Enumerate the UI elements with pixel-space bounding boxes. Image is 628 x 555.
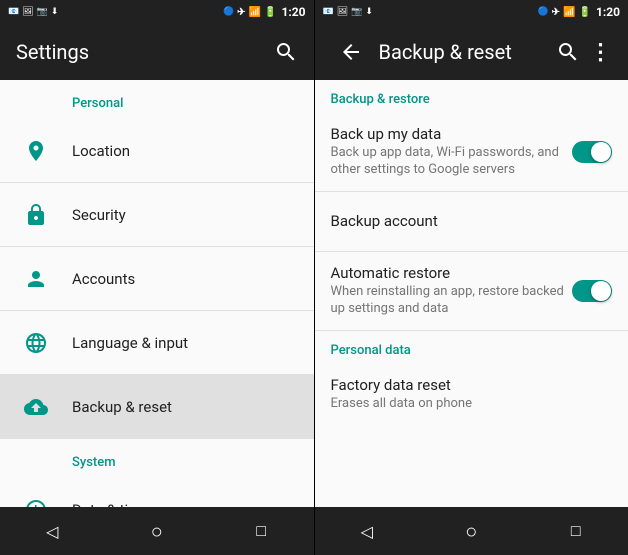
sidebar-item-language[interactable]: Language & input [0,311,314,375]
language-icon [16,323,56,363]
sidebar-item-location[interactable]: Location [0,119,314,183]
sidebar-item-datetime[interactable]: Date & time [0,478,314,507]
right-content: Backup & restore Back up my data Back up… [315,80,628,507]
left-back-button[interactable]: ◁ [28,507,76,555]
backup-text: Backup & reset [72,398,298,416]
right-back-button[interactable] [339,40,363,64]
right-more-icon[interactable]: ⋮ [588,40,612,64]
right-back-nav-button[interactable]: ◁ [343,507,391,555]
left-toolbar-title: Settings [16,40,266,64]
backup-data-item[interactable]: Back up my data Back up app data, Wi-Fi … [315,113,628,192]
backup-data-toggle[interactable] [572,141,612,163]
accounts-icon [16,259,56,299]
backup-account-text: Backup account [331,212,613,230]
auto-restore-text: Automatic restore When reinstalling an a… [331,264,573,318]
backup-data-toggle-knob [591,142,611,162]
left-panel: 📧 🖼 📷 ⬇ 🔵 ✈ 📶 🔋 1:20 Settings Personal [0,0,314,555]
security-icon [16,195,56,235]
backup-icon [16,387,56,427]
datetime-title: Date & time [72,501,298,507]
right-recents-button[interactable]: □ [552,507,600,555]
left-status-icons: 📧 🖼 📷 ⬇ [8,7,58,17]
sidebar-item-security[interactable]: Security [0,183,314,247]
security-title: Security [72,206,298,224]
backup-account-item[interactable]: Backup account [315,192,628,252]
backup-account-title: Backup account [331,212,613,230]
auto-restore-toggle[interactable] [572,280,612,302]
right-panel: 📧 🖼 📷 ⬇ 🔵 ✈ 📶 🔋 1:20 Backup & reset ⋮ Ba… [315,0,628,555]
right-home-icon: ○ [465,519,477,544]
left-recents-icon: □ [256,521,266,541]
factory-reset-item[interactable]: Factory data reset Erases all data on ph… [315,364,628,425]
right-status-icons: 📧 🖼 📷 ⬇ [323,7,373,17]
section-personal: Personal [0,80,314,119]
left-clock: 1:20 [281,5,305,19]
language-title: Language & input [72,334,298,352]
right-toolbar-title: Backup & reset [379,40,549,64]
right-search-icon[interactable] [556,40,580,64]
right-back-nav-icon: ◁ [361,522,373,541]
location-icon [16,131,56,171]
left-status-right: 🔵 ✈ 📶 🔋 1:20 [223,5,306,19]
right-status-right: 🔵 ✈ 📶 🔋 1:20 [537,5,620,19]
backup-data-subtitle: Back up app data, Wi-Fi passwords, and o… [331,145,573,179]
right-clock: 1:20 [596,5,620,19]
right-status-bar: 📧 🖼 📷 ⬇ 🔵 ✈ 📶 🔋 1:20 [315,0,628,24]
left-settings-list: Personal Location Security Ac [0,80,314,507]
auto-restore-subtitle: When reinstalling an app, restore backed… [331,284,573,318]
right-home-button[interactable]: ○ [447,507,495,555]
left-home-icon: ○ [151,519,163,544]
security-text: Security [72,206,298,224]
left-toolbar: Settings [0,24,314,80]
factory-reset-subtitle: Erases all data on phone [331,396,613,413]
auto-restore-item[interactable]: Automatic restore When reinstalling an a… [315,252,628,331]
left-nav-bar: ◁ ○ □ [0,507,314,555]
auto-restore-toggle-knob [591,281,611,301]
sidebar-item-accounts[interactable]: Accounts [0,247,314,311]
right-toolbar: Backup & reset ⋮ [315,24,628,80]
datetime-text: Date & time [72,501,298,507]
accounts-title: Accounts [72,270,298,288]
backup-title: Backup & reset [72,398,298,416]
right-nav-bar: ◁ ○ □ [315,507,628,555]
location-title: Location [72,142,298,160]
left-recents-button[interactable]: □ [237,507,285,555]
section-system: System [0,439,314,478]
backup-data-title: Back up my data [331,125,573,143]
location-text: Location [72,142,298,160]
language-text: Language & input [72,334,298,352]
factory-reset-text: Factory data reset Erases all data on ph… [331,376,613,413]
section-personal-data: Personal data [315,331,628,364]
auto-restore-title: Automatic restore [331,264,573,282]
section-backup-restore: Backup & restore [315,80,628,113]
left-status-bar: 📧 🖼 📷 ⬇ 🔵 ✈ 📶 🔋 1:20 [0,0,314,24]
factory-reset-title: Factory data reset [331,376,613,394]
clock-icon [16,490,56,507]
sidebar-item-backup[interactable]: Backup & reset [0,375,314,439]
left-home-button[interactable]: ○ [133,507,181,555]
accounts-text: Accounts [72,270,298,288]
left-search-icon[interactable] [274,40,298,64]
backup-data-text: Back up my data Back up app data, Wi-Fi … [331,125,573,179]
left-back-icon: ◁ [46,522,58,541]
right-recents-icon: □ [571,521,581,541]
